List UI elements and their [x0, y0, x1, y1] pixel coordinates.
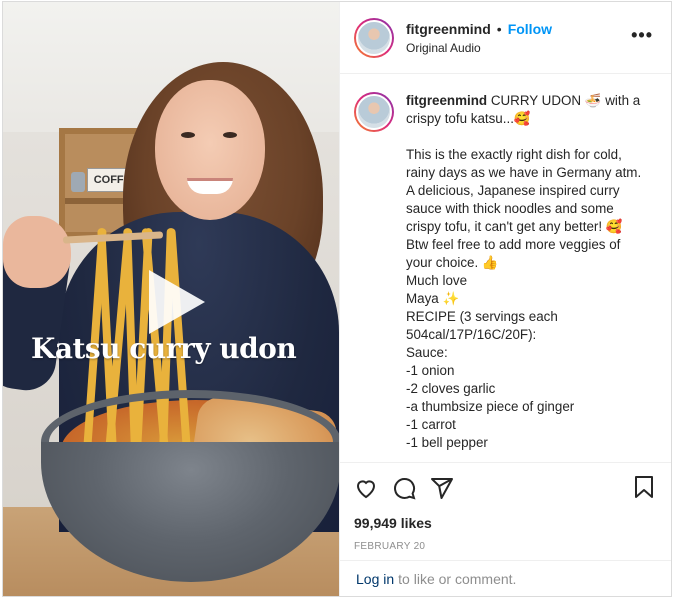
audio-link[interactable]: Original Audio: [406, 41, 552, 55]
caption-line-10: -1 carrot: [406, 417, 456, 432]
post-side-panel: fitgreenmind • Follow Original Audio •••…: [339, 2, 671, 596]
username-link[interactable]: fitgreenmind: [406, 21, 491, 37]
header-line: fitgreenmind • Follow: [406, 21, 552, 37]
comment-icon[interactable]: [392, 476, 416, 500]
caption-section: fitgreenmind CURRY UDON 🍜 with a crispy …: [340, 74, 671, 462]
caption-line-11: -1 bell pepper: [406, 435, 488, 450]
caption-line-7: -1 onion: [406, 363, 455, 378]
left-eye: [181, 132, 195, 138]
post-header: fitgreenmind • Follow Original Audio •••: [340, 2, 671, 74]
person-face: [155, 80, 265, 220]
login-link[interactable]: Log in: [356, 571, 394, 587]
jar: [71, 172, 85, 192]
more-options-icon[interactable]: •••: [631, 26, 653, 44]
post-card: COFFEE Katsu curry udon fitgreenmind • F…: [2, 1, 672, 597]
action-icons: [354, 475, 657, 501]
post-video[interactable]: COFFEE Katsu curry udon: [3, 2, 339, 596]
avatar-image: [356, 19, 392, 56]
login-prompt: Log in to like or comment.: [340, 560, 671, 596]
caption-line-6: Sauce:: [406, 345, 448, 360]
paper-plane-icon[interactable]: [430, 476, 454, 500]
caption-line-5: RECIPE (3 servings each 504cal/17P/16C/2…: [406, 309, 558, 342]
caption-line-9: -a thumbsize piece of ginger: [406, 399, 575, 414]
separator-dot: •: [496, 20, 502, 37]
caption-text: fitgreenmind CURRY UDON 🍜 with a crispy …: [406, 92, 646, 462]
post-date[interactable]: FEBRUARY 20: [354, 541, 657, 552]
caption-line-2: This is the exactly right dish for cold,…: [406, 147, 642, 270]
person-hand: [3, 216, 71, 288]
avatar[interactable]: [354, 17, 394, 58]
smile: [187, 178, 233, 194]
caption-username[interactable]: fitgreenmind: [406, 93, 487, 108]
caption-avatar[interactable]: [354, 92, 394, 132]
like-count[interactable]: 99,949 likes: [354, 515, 657, 531]
action-bar: 99,949 likes FEBRUARY 20 Log in to like …: [340, 462, 671, 596]
caption-line-8: -2 cloves garlic: [406, 381, 496, 396]
header-text: fitgreenmind • Follow Original Audio: [406, 21, 552, 55]
caption-line-3: Much love: [406, 273, 468, 288]
caption-line-4: Maya ✨: [406, 291, 460, 306]
right-eye: [223, 132, 237, 138]
bookmark-icon[interactable]: [633, 475, 655, 499]
follow-button[interactable]: Follow: [508, 21, 552, 37]
caption-line-0: fitgreenmind CURRY UDON 🍜 with a crispy …: [406, 93, 641, 126]
play-icon[interactable]: [141, 266, 211, 336]
login-prompt-text: to like or comment.: [398, 570, 517, 587]
video-overlay-title: Katsu curry udon: [31, 332, 297, 365]
heart-icon[interactable]: [354, 476, 378, 500]
